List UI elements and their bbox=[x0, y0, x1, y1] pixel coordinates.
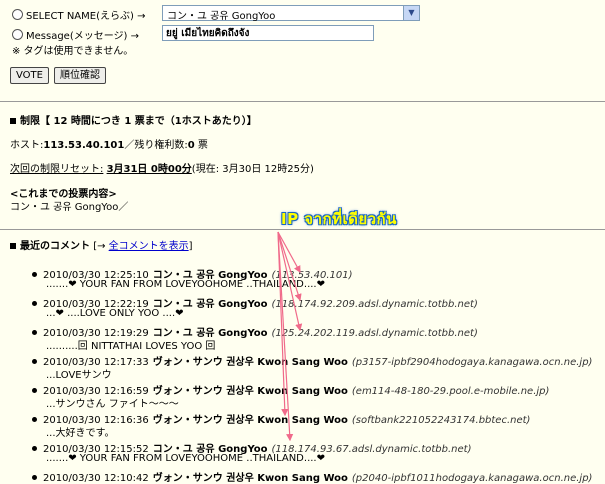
chevron-down-icon[interactable]: ▼ bbox=[403, 6, 419, 20]
comment-name: ヴォン・サンウ 권상우 Kwon Sang Woo bbox=[152, 415, 348, 426]
comment-host: (em114-48-180-29.pool.e-mobile.ne.jp) bbox=[351, 386, 550, 397]
host-value: 113.53.40.101 bbox=[43, 140, 125, 151]
square-bullet-icon bbox=[10, 118, 16, 124]
recent-title: 最近のコメント bbox=[20, 241, 90, 252]
comment-body: .......❤ YOUR FAN FROM LOVEYOOHOME ..THA… bbox=[46, 453, 325, 464]
message-input-box[interactable] bbox=[162, 25, 374, 41]
select-name-radio[interactable] bbox=[12, 9, 23, 20]
comment-host: (118.174.92.209.adsl.dynamic.totbb.net) bbox=[271, 299, 478, 310]
bracket-close: ] bbox=[188, 241, 193, 252]
comment-item: 2010/03/30 12:10:42 ヴォン・サンウ 권상우 Kwon Sang… bbox=[32, 469, 592, 484]
remaining-unit: 票 bbox=[197, 140, 208, 151]
comment-name: ヴォン・サンウ 권상우 Kwon Sang Woo bbox=[152, 386, 348, 397]
divider bbox=[0, 101, 605, 102]
comment-host: (softbank221052243174.bbtec.net) bbox=[351, 415, 531, 426]
bullet-icon bbox=[32, 330, 37, 335]
host-line: ホスト:113.53.40.101／残り権利数:0 票 bbox=[10, 136, 208, 151]
remaining-value: 0 bbox=[187, 140, 195, 151]
name-select-value: コン・ユ 공유 GongYoo bbox=[167, 11, 276, 22]
comment-host: (125.24.202.119.adsl.dynamic.totbb.net) bbox=[271, 328, 478, 339]
comment-item: 2010/03/30 12:17:33 ヴォン・サンウ 권상우 Kwon Sang… bbox=[32, 353, 592, 368]
comment-body: .......❤ YOUR FAN FROM LOVEYOOHOME ..THA… bbox=[46, 279, 325, 290]
bullet-icon bbox=[32, 301, 37, 306]
host-label: ホスト: bbox=[10, 140, 44, 151]
bracket-open: [→ bbox=[93, 241, 106, 252]
reset-time: 3月31日 0時00分 bbox=[106, 164, 192, 175]
comment-name: ヴォン・サンウ 권상우 Kwon Sang Woo bbox=[152, 357, 348, 368]
comment-body: ...LOVEサンウ bbox=[46, 370, 112, 381]
recent-heading: 最近のコメント [→ 全コメントを表示] bbox=[10, 237, 193, 252]
bullet-icon bbox=[32, 272, 37, 277]
reset-line: 次回の制限リセット: 3月31日 0時00分(現在: 3月30日 12時25分) bbox=[10, 160, 314, 175]
comment-host: (p3157-ipbf2904hodogaya.kanagawa.ocn.ne.… bbox=[351, 357, 593, 368]
comment-body: ...サンウさん ファイト～～～ bbox=[46, 399, 179, 410]
bullet-icon bbox=[32, 388, 37, 393]
bullet-icon bbox=[32, 417, 37, 422]
message-label: Message(メッセージ) bbox=[26, 31, 128, 42]
bullet-icon bbox=[32, 359, 37, 364]
square-bullet-icon bbox=[10, 243, 16, 249]
all-comments-link[interactable]: 全コメントを表示 bbox=[109, 241, 189, 252]
bullet-icon bbox=[32, 446, 37, 451]
vote-button[interactable]: VOTE bbox=[10, 67, 49, 84]
comment-body: ...大好きです。 bbox=[46, 428, 115, 439]
limit-title: 制限【 12 時間につき 1 票まで（1ホストあたり）】 bbox=[20, 116, 257, 127]
arrow-icon: → bbox=[130, 31, 140, 42]
select-name-row: SELECT NAME(えらぶ) → bbox=[12, 7, 145, 22]
name-select[interactable]: コン・ユ 공유 GongYoo ▼ bbox=[162, 5, 420, 22]
select-name-label: SELECT NAME(えらぶ) bbox=[26, 11, 134, 22]
message-input[interactable] bbox=[163, 26, 371, 40]
limit-heading: 制限【 12 時間につき 1 票まで（1ホストあたり）】 bbox=[10, 112, 257, 127]
arrow-icon: → bbox=[137, 11, 146, 22]
comment-body: ..........回 NITTATHAI LOVES YOO 回 bbox=[46, 341, 216, 352]
tag-notice: ※ タグは使用できません。 bbox=[12, 46, 134, 57]
annotation-text: IP จากที่เดียวกัน bbox=[281, 210, 397, 228]
remaining-label: ／残り権利数: bbox=[124, 140, 188, 151]
current-time: (現在: 3月30日 12時25分) bbox=[191, 164, 314, 175]
message-row: Message(メッセージ) → bbox=[12, 27, 139, 42]
rank-check-button[interactable]: 順位確認 bbox=[54, 67, 106, 84]
bullet-icon bbox=[32, 475, 37, 480]
reset-label: 次回の制限リセット: bbox=[10, 164, 104, 175]
message-radio[interactable] bbox=[12, 29, 23, 40]
comment-body: ...❤ ....LOVE ONLY YOO ....❤ bbox=[46, 308, 184, 319]
history-value: コン・ユ 공유 GongYoo／ bbox=[10, 202, 129, 213]
